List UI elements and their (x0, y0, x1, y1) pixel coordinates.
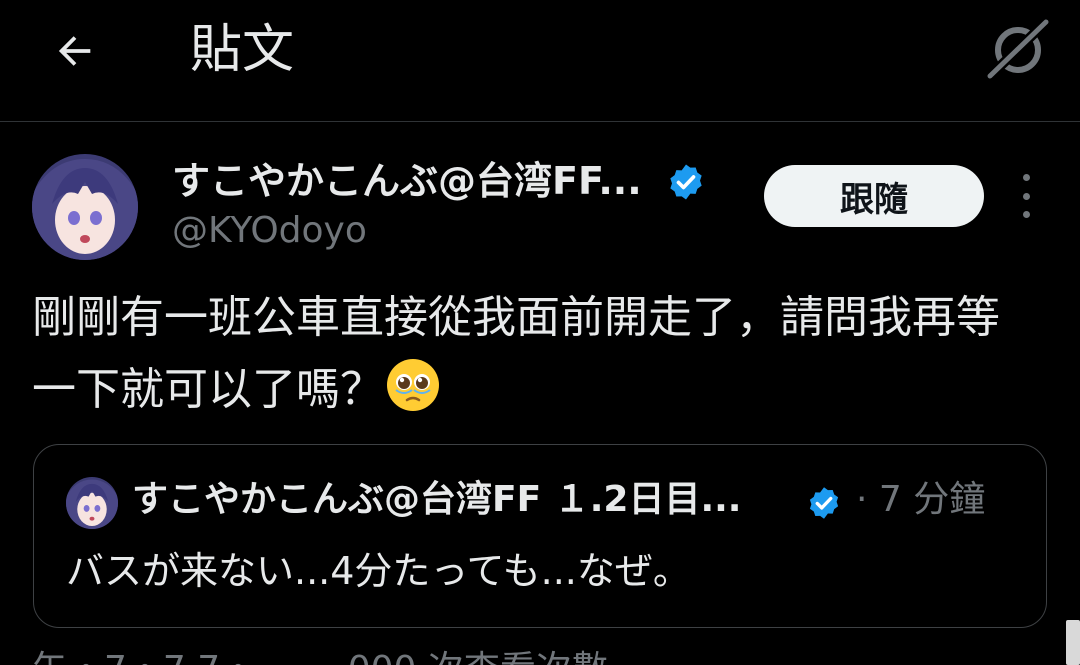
quoted-author-avatar[interactable] (66, 477, 118, 529)
grok-button[interactable] (984, 16, 1052, 84)
pleading-face-emoji-icon (384, 356, 442, 414)
more-dot-icon (1022, 174, 1030, 181)
follow-button[interactable]: 跟隨 (764, 165, 984, 227)
author-name[interactable]: すこやかこんぶ@台湾FF... (172, 158, 642, 204)
verified-badge-icon (666, 162, 706, 202)
quoted-post-text: バスが来ない...4分たっても...なぜ。 (66, 549, 691, 593)
post-body: 剛剛有一班公車直接從我面前開走了，請問我再等一下就可以了嗎？ (32, 292, 1000, 415)
more-dot-icon (1022, 211, 1030, 218)
top-bar: 貼文 (0, 0, 1080, 122)
post-stats-row: 午・7・7 7・· · · · 000 次查看次數 (32, 642, 1032, 665)
post-text: 剛剛有一班公車直接從我面前開走了，請問我再等一下就可以了嗎？ (32, 282, 1042, 426)
quoted-verified-badge-icon (806, 485, 842, 521)
quoted-timestamp: · 7 分鐘 (856, 479, 986, 520)
more-options-button[interactable] (1006, 174, 1046, 218)
more-dot-icon (1022, 192, 1030, 200)
page-title: 貼文 (190, 20, 295, 80)
quoted-author-name: すこやかこんぶ@台湾FF １.2日目... (132, 479, 742, 520)
author-avatar[interactable] (32, 154, 138, 260)
quoted-post-card[interactable]: すこやかこんぶ@台湾FF １.2日目... · 7 分鐘 バスが来ない...4分… (33, 444, 1047, 628)
grok-icon (985, 17, 1051, 81)
back-button[interactable] (48, 24, 102, 78)
post-stats-text: 午・7・7 7・· · · · 000 次查看次數 (32, 648, 608, 665)
arrow-left-icon (58, 36, 91, 66)
author-handle[interactable]: @KYOdoyo (172, 208, 367, 254)
scrollbar-thumb[interactable] (1066, 620, 1080, 665)
